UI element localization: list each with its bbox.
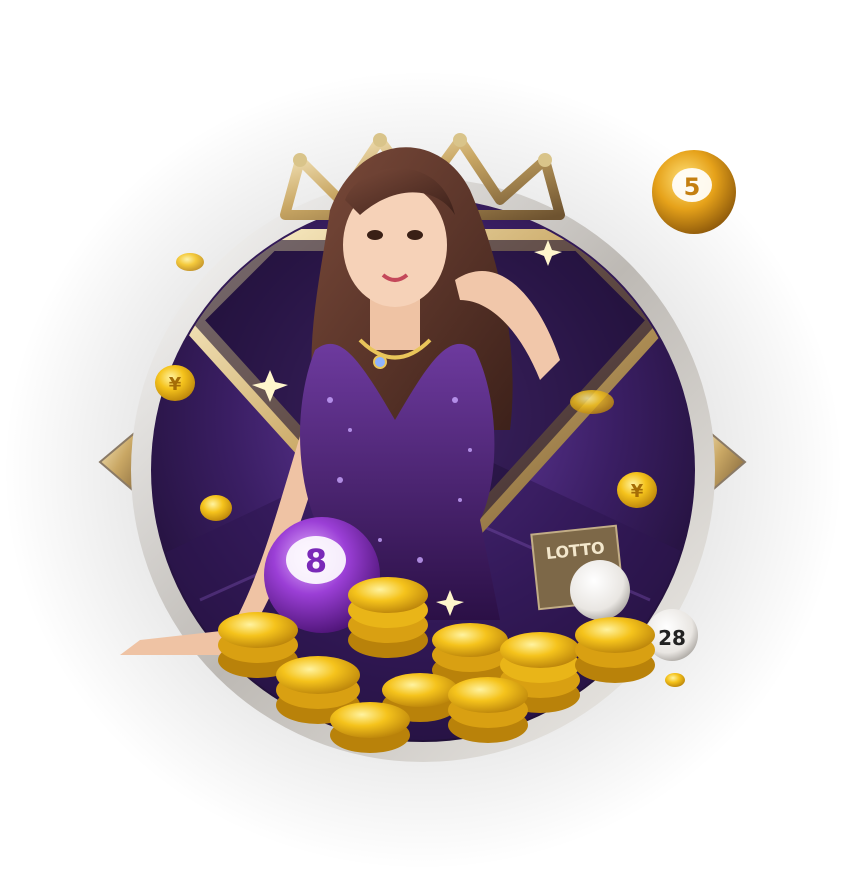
coin-stack <box>575 617 655 683</box>
svg-text:28: 28 <box>658 626 686 650</box>
coin-stack <box>348 577 428 658</box>
coin-icon <box>200 495 232 521</box>
coin-icon <box>570 390 614 414</box>
svg-text:8: 8 <box>305 542 327 580</box>
gold-lotto-ball: 5 <box>652 150 736 234</box>
casino-lotto-illustration: 8 LOTTO 28 5 ¥ ¥ <box>3 70 843 870</box>
svg-text:¥: ¥ <box>631 481 644 502</box>
coin-icon <box>176 253 204 271</box>
coin-icon <box>665 673 685 687</box>
svg-text:¥: ¥ <box>169 374 182 395</box>
coin-stack <box>448 677 528 743</box>
coin-stack <box>330 702 410 753</box>
necklace-pendant <box>373 355 387 369</box>
svg-text:5: 5 <box>684 173 701 201</box>
